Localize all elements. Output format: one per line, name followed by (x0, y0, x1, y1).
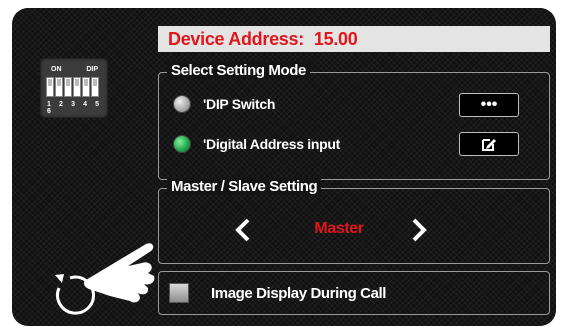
more-dots-icon: ••• (480, 96, 498, 113)
image-display-label: Image Display During Call (211, 285, 387, 302)
device-address-bar: Device Address: 15.00 (158, 26, 550, 52)
digital-address-option[interactable]: 'Digital Address input (173, 135, 340, 153)
master-slave-value: Master (314, 220, 364, 237)
hand-swipe-back-icon (55, 243, 155, 315)
dip-label: DIP (86, 66, 98, 73)
chevron-right-icon[interactable] (405, 217, 431, 243)
touch-screen: Device Address: 15.00 ON DIP 1 2 3 4 5 6 … (12, 8, 556, 326)
dip-on-label: ON (51, 66, 62, 73)
device-address-label: Device Address: (168, 29, 304, 49)
master-slave-group: Master / Slave Setting Master (158, 178, 550, 264)
image-display-checkbox[interactable] (169, 283, 189, 303)
device-address-value: 15.00 (313, 29, 358, 49)
chevron-left-icon[interactable] (231, 217, 257, 243)
dip-switch-icon: ON DIP 1 2 3 4 5 6 (40, 58, 108, 118)
dip-keys (46, 77, 99, 97)
setting-mode-title: Select Setting Mode (167, 62, 310, 79)
digital-address-edit-button[interactable] (459, 132, 519, 156)
digital-address-option-label: 'Digital Address input (203, 136, 340, 152)
dip-switch-radio[interactable] (173, 95, 191, 113)
digital-address-radio[interactable] (173, 135, 191, 153)
image-display-row[interactable]: Image Display During Call (158, 271, 550, 315)
dip-switch-more-button[interactable]: ••• (459, 93, 519, 117)
dip-numbers: 1 2 3 4 5 6 (47, 101, 103, 115)
master-slave-title: Master / Slave Setting (167, 178, 322, 195)
setting-mode-group: Select Setting Mode 'DIP Switch ••• 'Dig… (158, 62, 550, 180)
edit-icon (482, 139, 496, 151)
dip-switch-option[interactable]: 'DIP Switch (173, 95, 275, 113)
dip-switch-option-label: 'DIP Switch (203, 96, 276, 112)
